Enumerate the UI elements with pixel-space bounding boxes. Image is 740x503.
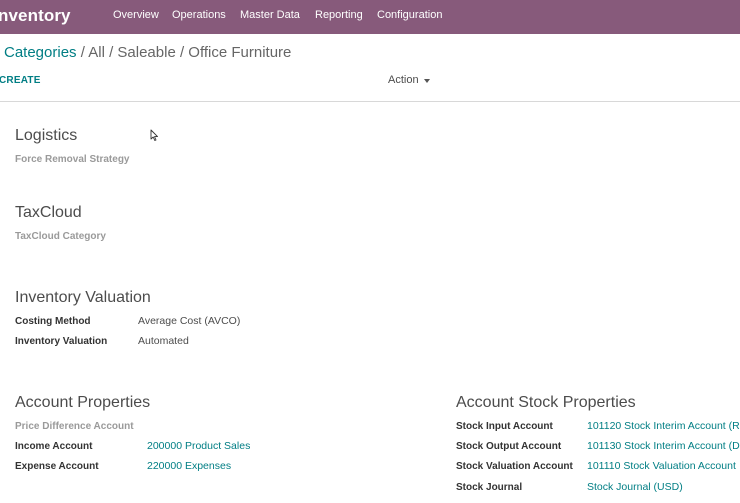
field-label-stock-output: Stock Output Account xyxy=(456,441,562,452)
section-title-account-properties: Account Properties xyxy=(15,394,151,411)
top-navbar: nventory Overview Operations Master Data… xyxy=(0,0,740,34)
breadcrumb: Categories / All / Saleable / Office Fur… xyxy=(4,44,291,61)
action-dropdown[interactable]: Action xyxy=(388,74,430,86)
breadcrumb-separator: / xyxy=(80,44,85,61)
control-panel-divider xyxy=(0,101,740,102)
field-label-taxcloud-category: TaxCloud Category xyxy=(15,231,106,242)
field-link-income-account[interactable]: 200000 Product Sales xyxy=(147,440,250,452)
section-title-taxcloud: TaxCloud xyxy=(15,204,82,221)
field-label-stock-valuation: Stock Valuation Account xyxy=(456,461,573,472)
field-label-stock-journal: Stock Journal xyxy=(456,482,523,493)
field-link-expense-account[interactable]: 220000 Expenses xyxy=(147,460,231,472)
create-button[interactable]: CREATE xyxy=(0,75,41,86)
section-title-logistics: Logistics xyxy=(15,127,78,144)
section-title-account-stock-properties: Account Stock Properties xyxy=(456,394,636,411)
action-label: Action xyxy=(388,74,419,86)
mouse-cursor-icon xyxy=(150,129,159,147)
breadcrumb-current: All / Saleable / Office Furniture xyxy=(88,44,292,61)
field-link-stock-output[interactable]: 101130 Stock Interim Account (D xyxy=(587,440,740,452)
field-label-force-removal: Force Removal Strategy xyxy=(15,154,130,165)
field-label-inventory-valuation: Inventory Valuation xyxy=(15,336,108,347)
section-title-inventory-valuation: Inventory Valuation xyxy=(15,289,151,306)
field-link-stock-journal[interactable]: Stock Journal (USD) xyxy=(587,481,683,493)
caret-down-icon xyxy=(423,78,430,83)
field-label-income-account: Income Account xyxy=(15,441,93,452)
field-link-stock-input[interactable]: 101120 Stock Interim Account (R xyxy=(587,420,740,432)
app-title[interactable]: nventory xyxy=(0,6,71,26)
field-label-costing-method: Costing Method xyxy=(15,316,91,327)
breadcrumb-categories[interactable]: Categories xyxy=(4,44,77,61)
field-link-stock-valuation[interactable]: 101110 Stock Valuation Account xyxy=(587,460,736,472)
menu-reporting[interactable]: Reporting xyxy=(315,9,363,21)
field-label-expense-account: Expense Account xyxy=(15,461,99,472)
menu-overview[interactable]: Overview xyxy=(113,9,159,21)
menu-configuration[interactable]: Configuration xyxy=(377,9,442,21)
menu-master-data[interactable]: Master Data xyxy=(240,9,300,21)
field-value-costing-method: Average Cost (AVCO) xyxy=(138,315,241,327)
menu-operations[interactable]: Operations xyxy=(172,9,226,21)
field-label-price-difference: Price Difference Account xyxy=(15,421,134,432)
field-value-inventory-valuation: Automated xyxy=(138,335,189,347)
field-label-stock-input: Stock Input Account xyxy=(456,421,553,432)
